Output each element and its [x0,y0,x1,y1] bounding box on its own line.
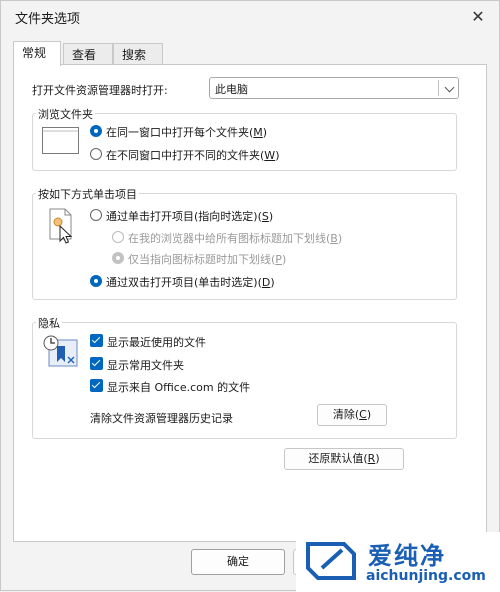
clear-history-label: 清除文件资源管理器历史记录 [90,412,233,425]
watermark-logo-icon [306,542,356,580]
radio-same-window[interactable] [90,125,102,137]
watermark-url: aichunjing.com [366,568,486,584]
folder-options-dialog: 文件夹选项 ✕ 常规 查看 搜索 打开文件资源管理器时打开: 此电脑 浏览文件夹… [0,0,500,592]
window-title: 文件夹选项 [15,12,81,27]
checkbox-frequent-folders[interactable] [90,357,103,370]
option-same-window-label[interactable]: 在同一窗口中打开每个文件夹(M) [106,124,267,140]
option-underline-point-label[interactable]: 仅当指向图标标题时加下划线(P) [128,251,286,267]
clear-history-button[interactable]: 清除(C) [317,404,387,426]
tab-general[interactable]: 常规 [13,41,61,66]
recent-files-label[interactable]: 显示最近使用的文件 [107,334,206,350]
watermark: 爱纯净 aichunjing.com [296,532,500,592]
combo-divider [438,80,439,96]
checkbox-office-files[interactable] [90,379,103,392]
close-icon[interactable]: ✕ [467,6,489,28]
option-double-click-label[interactable]: 通过双击打开项目(单击时选定)(D) [106,274,275,290]
ok-button[interactable]: 确定 [191,549,285,575]
browse-folders-title: 浏览文件夹 [36,106,95,122]
tab-search[interactable]: 搜索 [113,43,163,65]
radio-double-click[interactable] [90,275,102,287]
watermark-brand: 爱纯净 [368,542,446,570]
checkbox-recent-files[interactable] [90,334,103,347]
privacy-icon [43,335,78,367]
frequent-folders-label[interactable]: 显示常用文件夹 [107,357,184,373]
office-files-label[interactable]: 显示来自 Office.com 的文件 [107,379,250,395]
open-to-value: 此电脑 [215,83,248,96]
option-new-window-label[interactable]: 在不同窗口中打开不同的文件夹(W) [106,147,279,163]
title-bar[interactable]: 文件夹选项 ✕ [1,1,499,33]
click-items-title: 按如下方式单击项目 [36,186,139,202]
tab-view[interactable]: 查看 [63,43,113,65]
open-to-label: 打开文件资源管理器时打开: [32,84,168,97]
click-cursor-icon [49,208,73,244]
privacy-title: 隐私 [36,315,62,331]
single-window-icon [42,127,79,154]
option-underline-browser-label[interactable]: 在我的浏览器中给所有图标标题加下划线(B) [128,230,342,246]
restore-defaults-button[interactable]: 还原默认值(R) [284,448,404,470]
option-single-click-label[interactable]: 通过单击打开项目(指向时选定)(S) [106,208,273,224]
radio-underline-browser[interactable] [112,231,124,243]
radio-underline-point[interactable] [112,252,124,264]
radio-new-window[interactable] [90,148,102,160]
radio-single-click[interactable] [90,209,102,221]
open-to-combobox[interactable]: 此电脑 [209,77,459,99]
chevron-down-icon[interactable] [444,82,455,93]
